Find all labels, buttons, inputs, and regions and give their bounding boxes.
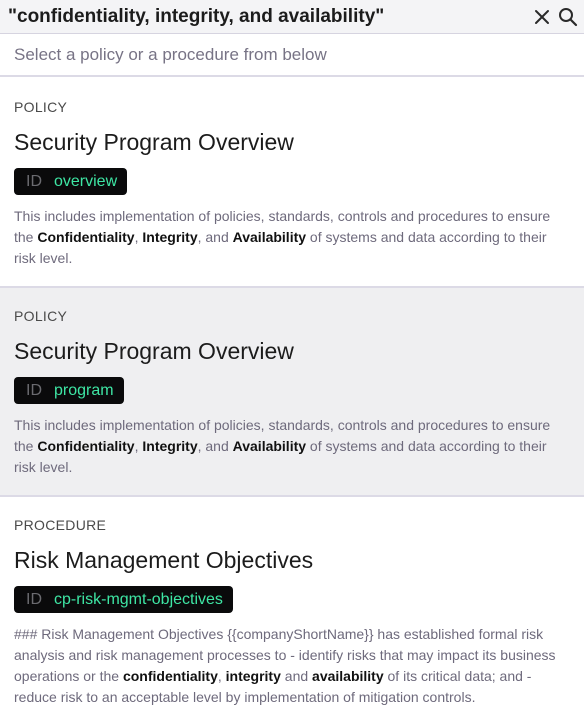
highlight-match: Integrity <box>142 438 198 454</box>
highlight-match: Availability <box>232 438 307 454</box>
result-kind: POLICY <box>14 308 68 324</box>
results-list: POLICY Security Program Overview ID over… <box>0 79 584 727</box>
excerpt-text: , and <box>197 229 233 245</box>
id-label: ID <box>26 590 42 608</box>
highlight-match: Confidentiality <box>37 229 135 245</box>
search-bar: "confidentiality, integrity, and availab… <box>0 0 584 34</box>
id-label: ID <box>26 172 42 190</box>
results-instruction: Select a policy or a procedure from belo… <box>0 35 584 77</box>
result-item[interactable]: POLICY Security Program Overview ID prog… <box>0 288 584 497</box>
result-item[interactable]: PROCEDURE Risk Management Objectives ID … <box>0 497 584 727</box>
excerpt-text: and <box>280 668 313 684</box>
search-icon[interactable] <box>557 6 579 28</box>
result-title: Security Program Overview <box>14 338 294 364</box>
result-title: Security Program Overview <box>14 129 294 155</box>
result-excerpt: ### Risk Management Objectives {{company… <box>14 624 570 708</box>
id-value: overview <box>54 172 118 190</box>
id-value: program <box>54 381 114 399</box>
result-item[interactable]: POLICY Security Program Overview ID over… <box>0 79 584 288</box>
result-kind: PROCEDURE <box>14 517 107 533</box>
highlight-match: Confidentiality <box>37 438 135 454</box>
result-excerpt: This includes implementation of policies… <box>14 206 570 269</box>
result-excerpt: This includes implementation of policies… <box>14 415 570 478</box>
highlight-match: integrity <box>225 668 281 684</box>
highlight-match: Integrity <box>142 229 198 245</box>
excerpt-text: , <box>217 668 226 684</box>
highlight-match: confidentiality <box>122 668 218 684</box>
highlight-match: Availability <box>232 229 307 245</box>
result-title: Risk Management Objectives <box>14 547 314 573</box>
highlight-match: availability <box>312 668 384 684</box>
close-icon[interactable] <box>531 6 553 28</box>
id-chip: ID overview <box>14 168 128 195</box>
id-chip: ID program <box>14 377 124 404</box>
id-chip: ID cp-risk-mgmt-objectives <box>14 586 233 613</box>
search-query-input[interactable]: "confidentiality, integrity, and availab… <box>0 6 531 28</box>
id-label: ID <box>26 381 42 399</box>
result-kind: POLICY <box>14 99 68 115</box>
id-value: cp-risk-mgmt-objectives <box>54 590 223 608</box>
excerpt-text: , and <box>197 438 233 454</box>
